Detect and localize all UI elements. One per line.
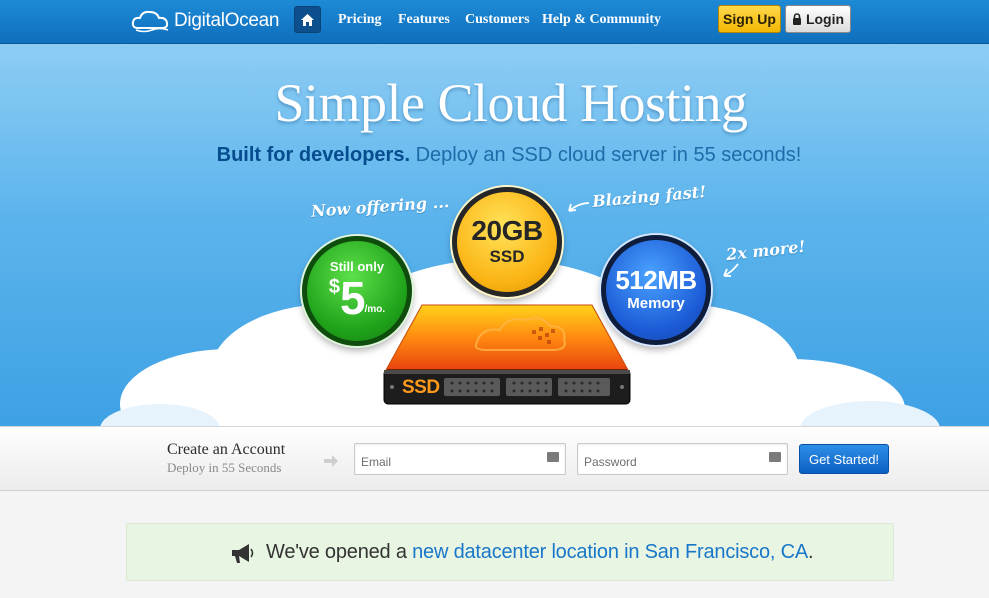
storage-value: 20GB: [471, 214, 543, 246]
nav-link-customers[interactable]: Customers: [465, 12, 530, 28]
storage-badge: 20GB SSD: [452, 187, 562, 297]
cloud-logo-icon: [131, 10, 169, 33]
hero-subtitle: Built for developers. Deploy an SSD clou…: [0, 144, 989, 167]
arrow-icon: [568, 202, 590, 212]
arrow-right-icon: [324, 455, 338, 467]
keyboard-icon: [769, 452, 781, 462]
password-input[interactable]: [578, 444, 787, 474]
hero-subtitle-rest: Deploy an SSD cloud server in 55 seconds…: [410, 144, 802, 166]
keyboard-icon: [547, 452, 559, 462]
login-label: Login: [805, 11, 845, 27]
memory-label: Memory: [627, 295, 685, 312]
hero-title: Simple Cloud Hosting: [274, 73, 748, 133]
nav-link-help-community[interactable]: Help & Community: [542, 12, 661, 28]
password-field[interactable]: [577, 443, 788, 475]
price-amount: 5: [339, 272, 366, 324]
signup-button[interactable]: Sign Up: [718, 5, 781, 33]
logo-text: DigitalOcean: [174, 10, 280, 31]
memory-value: 512MB: [615, 265, 697, 295]
lock-icon: [792, 13, 801, 25]
top-nav: DigitalOcean Pricing Features Customers …: [0, 0, 989, 44]
signup-band: Create an Account Deploy in 55 Seconds G…: [0, 426, 989, 491]
price-currency: $: [328, 276, 340, 298]
price-value: $ 5 /mo.: [329, 275, 385, 321]
price-badge: Still only $ 5 /mo.: [302, 236, 412, 346]
price-period: /mo.: [364, 304, 386, 315]
signup-title: Create an Account: [167, 441, 286, 458]
storage-type: SSD: [489, 246, 525, 266]
datacenter-link[interactable]: new datacenter location in San Francisco…: [412, 541, 808, 563]
announcement-prefix: We've opened a: [266, 541, 413, 563]
hero-subtitle-bold: Built for developers.: [216, 144, 411, 166]
nav-link-features[interactable]: Features: [398, 12, 450, 28]
logo[interactable]: DigitalOcean: [130, 7, 279, 35]
signup-subtitle: Deploy in 55 Seconds: [167, 460, 282, 475]
memory-badge: 512MB Memory: [601, 235, 711, 345]
megaphone-icon: [232, 544, 254, 563]
login-button[interactable]: Login: [785, 5, 851, 33]
home-icon: [301, 13, 314, 26]
get-started-button[interactable]: Get Started!: [799, 444, 889, 474]
nav-link-pricing[interactable]: Pricing: [338, 12, 382, 28]
email-input[interactable]: [355, 444, 565, 474]
announcement-banner: We've opened a new datacenter location i…: [126, 523, 894, 581]
hero: Simple Cloud Hosting Built for developer…: [0, 44, 989, 426]
arrow-icon: [723, 263, 739, 277]
home-button[interactable]: [294, 6, 321, 33]
announcement-text: We've opened a new datacenter location i…: [266, 541, 814, 564]
server-label: SSD: [402, 377, 440, 398]
announcement-suffix: .: [807, 541, 814, 563]
email-field[interactable]: [354, 443, 566, 475]
